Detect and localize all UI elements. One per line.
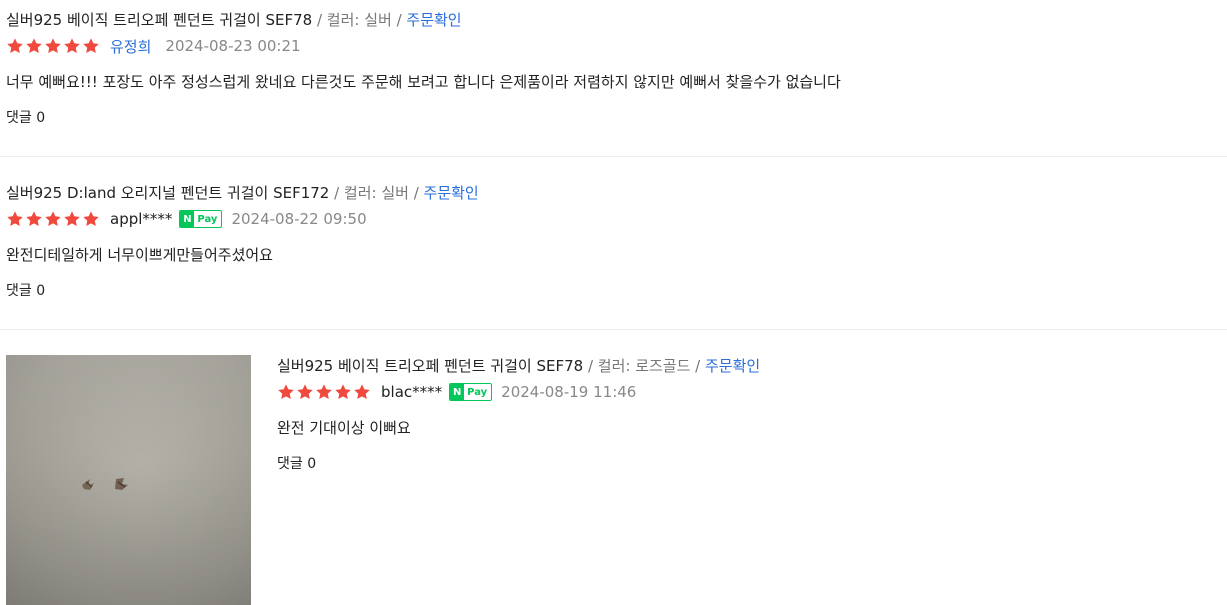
product-name: 실버925 베이직 트리오페 펜던트 귀걸이 SEF78 xyxy=(277,357,584,375)
npay-n-icon: N xyxy=(180,211,195,227)
review-meta: 유정희 2024-08-23 00:21 xyxy=(6,36,1227,56)
star-icon xyxy=(7,211,23,227)
review-text: 완전 기대이상 이뻐요 xyxy=(277,419,411,437)
npay-n-icon: N xyxy=(450,384,465,400)
star-icon xyxy=(45,211,61,227)
star-icon xyxy=(26,38,42,54)
star-icon xyxy=(64,211,80,227)
review-date: 2024-08-23 00:21 xyxy=(165,37,301,55)
review-item: 실버925 베이직 트리오페 펜던트 귀걸이 SEF78 / 컬러: 로즈골드 … xyxy=(277,356,1217,474)
review-author[interactable]: 유정희 xyxy=(110,36,151,57)
review-author: appl**** xyxy=(110,210,173,228)
npay-label: Pay xyxy=(197,213,218,225)
npay-label: Pay xyxy=(467,386,488,398)
product-name: 실버925 D:land 오리지널 펜던트 귀걸이 SEF172 xyxy=(6,184,330,202)
review-item: 실버925 D:land 오리지널 펜던트 귀걸이 SEF172 / 컬러: 실… xyxy=(6,183,1227,301)
order-confirm-link[interactable]: 주문확인 xyxy=(705,357,760,375)
review-item: 실버925 베이직 트리오페 펜던트 귀걸이 SEF78 / 컬러: 실버 / … xyxy=(6,10,1227,128)
review-text: 너무 예뻐요!!! 포장도 아주 정성스럽게 왔네요 다른것도 주문해 보려고 … xyxy=(6,73,841,91)
npay-badge: N Pay xyxy=(179,210,223,228)
review-date: 2024-08-22 09:50 xyxy=(231,210,367,228)
product-option: / 컬러: 실버 / xyxy=(329,184,424,202)
review-product-line: 실버925 베이직 트리오페 펜던트 귀걸이 SEF78 / 컬러: 실버 / … xyxy=(6,10,1227,30)
order-confirm-link[interactable]: 주문확인 xyxy=(424,184,479,202)
product-name: 실버925 베이직 트리오페 펜던트 귀걸이 SEF78 xyxy=(6,11,313,29)
review-photo[interactable] xyxy=(6,355,251,605)
star-icon xyxy=(278,384,294,400)
divider xyxy=(0,329,1227,330)
star-icon xyxy=(83,211,99,227)
rating-stars xyxy=(6,37,100,55)
divider xyxy=(0,156,1227,157)
star-icon xyxy=(45,38,61,54)
npay-badge: N Pay xyxy=(449,383,493,401)
review-product-line: 실버925 베이직 트리오페 펜던트 귀걸이 SEF78 / 컬러: 로즈골드 … xyxy=(277,356,1217,376)
review-meta: blac**** N Pay 2024-08-19 11:46 xyxy=(277,382,1217,402)
star-icon xyxy=(64,38,80,54)
review-product-line: 실버925 D:land 오리지널 펜던트 귀걸이 SEF172 / 컬러: 실… xyxy=(6,183,1227,203)
comments-link[interactable]: 댓글 0 xyxy=(277,454,1217,474)
earring-image xyxy=(82,478,128,490)
comments-link[interactable]: 댓글 0 xyxy=(6,108,1227,128)
review-text: 완전디테일하게 너무이쁘게만들어주셨어요 xyxy=(6,246,273,264)
comments-link[interactable]: 댓글 0 xyxy=(6,281,1227,301)
star-icon xyxy=(7,38,23,54)
star-icon xyxy=(316,384,332,400)
review-date: 2024-08-19 11:46 xyxy=(501,383,637,401)
star-icon xyxy=(335,384,351,400)
review-meta: appl**** N Pay 2024-08-22 09:50 xyxy=(6,209,1227,229)
product-option: / 컬러: 로즈골드 / xyxy=(583,357,705,375)
order-confirm-link[interactable]: 주문확인 xyxy=(406,11,461,29)
product-option: / 컬러: 실버 / xyxy=(312,11,407,29)
star-icon xyxy=(26,211,42,227)
star-icon xyxy=(83,38,99,54)
star-icon xyxy=(354,384,370,400)
review-author: blac**** xyxy=(381,383,443,401)
rating-stars xyxy=(6,210,100,228)
star-icon xyxy=(297,384,313,400)
rating-stars xyxy=(277,383,371,401)
